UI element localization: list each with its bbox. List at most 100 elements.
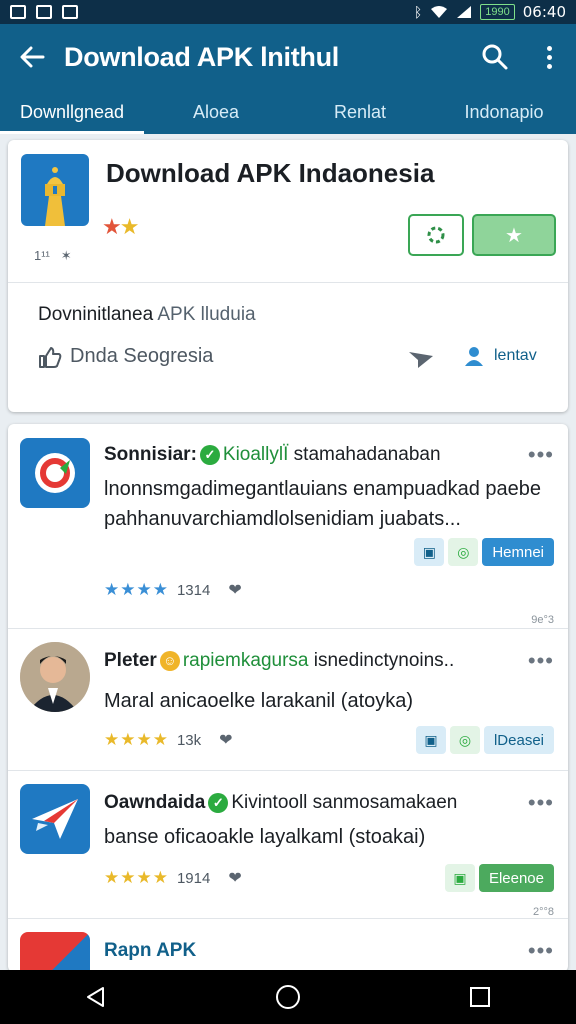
briefcase-icon[interactable]: ▣: [415, 726, 446, 754]
divider: [8, 918, 568, 919]
file-icon: [36, 5, 52, 19]
install-button[interactable]: [408, 214, 464, 256]
camera-icon: [62, 5, 78, 19]
post-text: lnonnsmgadimegantlauians enampuadkad pae…: [104, 478, 541, 530]
user-label: lentav: [494, 347, 537, 364]
tab-download[interactable]: Downllgnead: [0, 90, 144, 134]
globe-icon[interactable]: ◎: [449, 726, 480, 754]
system-icons: ᛒ 1990 06:40: [414, 3, 566, 21]
app-header-card: Download APK Indaonesia ★★ 1¹¹ ✶ ★ Dovni…: [8, 140, 568, 412]
send-icon: [409, 352, 433, 368]
post-action-button[interactable]: lDeasei: [483, 726, 554, 754]
more-options-button[interactable]: •••: [528, 442, 554, 468]
more-options-button[interactable]: •••: [528, 790, 554, 816]
refresh-icon: [427, 226, 445, 244]
subtitle-main: Dovninitlanea: [38, 304, 154, 325]
rating-count: 1314: [176, 581, 211, 599]
post-actions: ▣ ◎ lDeasei: [415, 726, 554, 754]
bluetooth-icon: ᛒ: [413, 4, 423, 20]
rating-count: 13k: [176, 731, 202, 749]
author-name: Pleter: [104, 650, 157, 671]
post-author: Sonnisiar: ✓ KioallylÏ stamahadanaban: [104, 444, 441, 466]
more-options-button[interactable]: •••: [528, 938, 554, 964]
heart-icon[interactable]: ❤: [228, 868, 241, 888]
author-name: Rapn APK: [104, 940, 197, 961]
app-bar: Download APK lnithul: [0, 24, 576, 90]
square-recents-icon: [470, 987, 490, 1007]
rating-stars: ★★★★: [104, 868, 169, 887]
tab-renlat[interactable]: Renlat: [288, 90, 432, 134]
share-button[interactable]: [408, 348, 434, 376]
globe-icon[interactable]: ◎: [448, 538, 479, 566]
divider: [8, 282, 568, 283]
heart-icon[interactable]: ❤: [228, 580, 241, 600]
avatar: [20, 642, 90, 712]
author-extra: Kivintooll sanmosamakaen: [231, 792, 458, 813]
thumbs-up-icon: [39, 346, 62, 368]
triangle-back-icon: [87, 987, 104, 1007]
post-rating: ★★★★ 13k ❤: [104, 730, 233, 750]
like-button[interactable]: Dnda Seogresia: [38, 345, 213, 368]
verified-icon: ✓: [199, 445, 220, 465]
list-item[interactable]: Rapn APK •••: [8, 920, 568, 972]
avatar: [20, 932, 90, 972]
back-button[interactable]: [0, 24, 64, 90]
user-link[interactable]: lentav: [464, 346, 537, 366]
post-stamp: 9e°3: [531, 614, 554, 626]
app-actions: [468, 24, 576, 90]
avatar: [20, 784, 90, 854]
post-rating: ★★★★ 1914 ❤: [104, 868, 242, 888]
app-title-heading: Download APK Indaonesia: [106, 158, 435, 188]
post-text: Maral anicaoelke larakanil (atoyka): [104, 690, 414, 712]
author-tag: KioallylÏ: [222, 444, 289, 465]
briefcase-icon[interactable]: ▣: [444, 864, 475, 892]
circle-home-icon: [276, 985, 300, 1009]
app-icon: [21, 154, 89, 226]
list-item[interactable]: Oawndaida ✓ Kivintooll sanmosamakaen ••• b…: [8, 772, 568, 918]
verified-icon: ✓: [208, 793, 229, 813]
post-text: banse oficaoakle layalkaml (stoakai): [104, 826, 426, 848]
briefcase-icon[interactable]: ▣: [414, 538, 445, 566]
status-bar: ᛒ 1990 06:40: [0, 0, 576, 24]
tab-bar: Downllgnead Aloea Renlat Indonapio: [0, 90, 576, 134]
post-author: Pleter ☺ rapiemkagursa isnedinctynoins..: [104, 650, 454, 672]
author-tag: rapiemkagursa: [182, 650, 309, 671]
rating-stars: ★★★★: [104, 580, 169, 599]
app-subtitle: Dovninitlanea APK lluduia: [38, 304, 256, 326]
post-action-button[interactable]: Eleenoe: [478, 864, 554, 892]
chat-logo-icon: [35, 453, 75, 493]
post-actions: ▣ Eleenoe: [444, 864, 554, 892]
post-list: Sonnisiar: ✓ KioallylÏ stamahadanaban ••• …: [8, 424, 568, 972]
post-rating: ★★★★ 1314 ❤: [104, 580, 242, 600]
battery-indicator: 1990: [480, 4, 515, 20]
post-author: Rapn APK: [104, 940, 196, 962]
star-icon: ★: [505, 224, 523, 247]
nav-recents-button[interactable]: [450, 970, 510, 1024]
list-item[interactable]: Sonnisiar: ✓ KioallylÏ stamahadanaban ••• …: [8, 424, 568, 626]
heart-icon[interactable]: ❤: [219, 730, 232, 750]
tab-indonapio[interactable]: Indonapio: [432, 90, 576, 134]
post-stamp: 2°°8: [532, 906, 554, 918]
list-item[interactable]: Pleter ☺ rapiemkagursa isnedinctynoins.. •…: [8, 630, 568, 770]
more-vert-icon: [546, 45, 552, 69]
nav-home-button[interactable]: [258, 970, 318, 1024]
rating-stars: ★★★★: [104, 730, 169, 749]
image-icon: [10, 5, 26, 19]
monument-icon: [45, 167, 65, 226]
person-photo-icon: [20, 642, 90, 712]
rating-stars: ★★: [102, 214, 139, 239]
avatar: [20, 438, 90, 508]
more-options-button[interactable]: •••: [528, 648, 554, 674]
subtitle-secondary: APK lluduia: [157, 304, 256, 325]
divider: [8, 628, 568, 629]
overflow-menu-button[interactable]: [522, 24, 576, 90]
notification-icons: [10, 5, 78, 19]
search-button[interactable]: [468, 24, 522, 90]
navigation-bar: [0, 970, 576, 1024]
favorite-button[interactable]: ★: [472, 214, 556, 256]
post-actions: ▣ ◎ Hemnei: [414, 538, 554, 566]
post-action-button[interactable]: Hemnei: [482, 538, 554, 566]
nav-back-button[interactable]: [66, 970, 126, 1024]
tab-aloea[interactable]: Aloea: [144, 90, 288, 134]
search-icon: [482, 44, 508, 70]
